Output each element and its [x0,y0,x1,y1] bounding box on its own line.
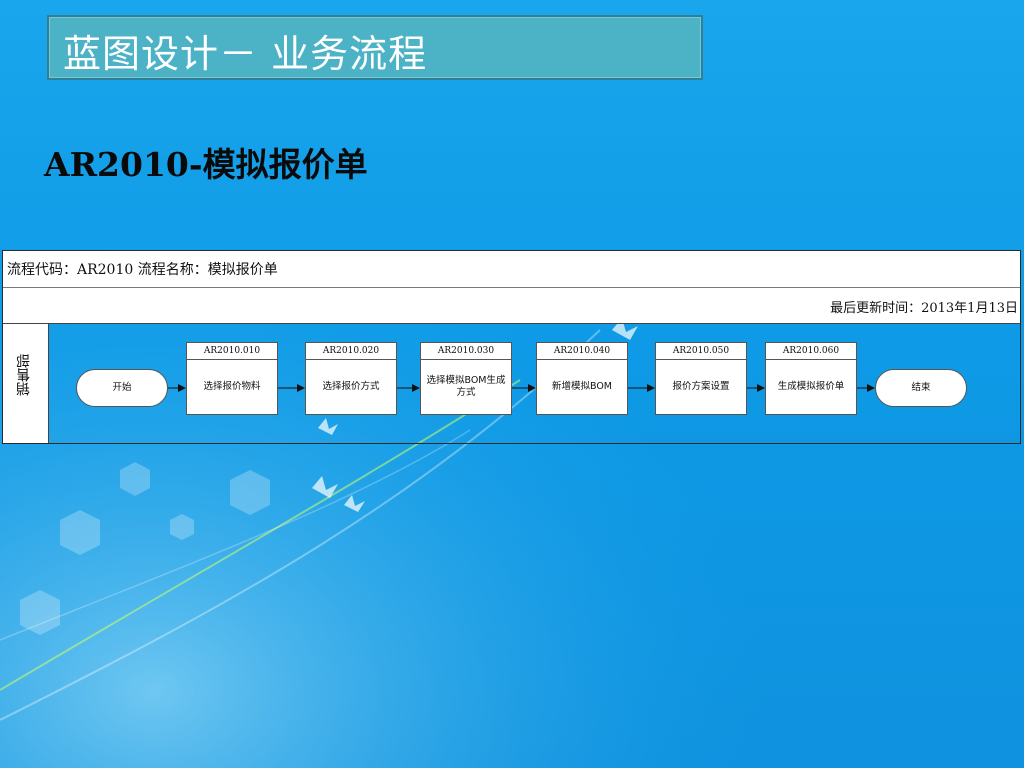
process-step: 报价方案设置 [655,359,747,415]
step-label: 报价方案设置 [672,381,730,392]
process-heading: AR2010-模拟报价单 [44,145,368,184]
step-label: 新增模拟BOM [551,381,613,392]
step-code: AR2010.050 [655,342,747,359]
step-code: AR2010.030 [420,342,512,359]
end-label: 结束 [911,382,931,393]
step-label: 选择模拟BOM生成方式 [426,375,506,398]
process-step: 生成模拟报价单 [765,359,857,415]
step-code: AR2010.060 [765,342,857,359]
step-label: 选择报价方式 [322,381,380,392]
process-step: 选择报价物料 [186,359,278,415]
step-code: AR2010.020 [305,342,397,359]
process-code-text: 流程代码：AR2010 流程名称：模拟报价单 [7,262,278,278]
start-node: 开始 [76,369,168,407]
title-banner: 蓝图设计－ 业务流程 [47,15,703,80]
step-code: AR2010.010 [186,342,278,359]
swimlane-label: 销售部 [3,324,49,443]
step-label: 选择报价物料 [203,381,261,392]
end-node: 结束 [875,369,967,407]
process-code-row: 流程代码：AR2010 流程名称：模拟报价单 [3,251,1020,288]
page-title: 蓝图设计－ 业务流程 [63,32,428,76]
process-step: 选择模拟BOM生成方式 [420,359,512,415]
last-updated-row: 最后更新时间：2013年1月13日 [3,288,1020,324]
process-step: 选择报价方式 [305,359,397,415]
swimlane-department: 销售部 [16,354,32,396]
last-updated-text: 最后更新时间：2013年1月13日 [830,301,1018,316]
step-label: 生成模拟报价单 [777,381,845,392]
process-step: 新增模拟BOM [536,359,628,415]
step-code: AR2010.040 [536,342,628,359]
start-label: 开始 [112,382,132,393]
